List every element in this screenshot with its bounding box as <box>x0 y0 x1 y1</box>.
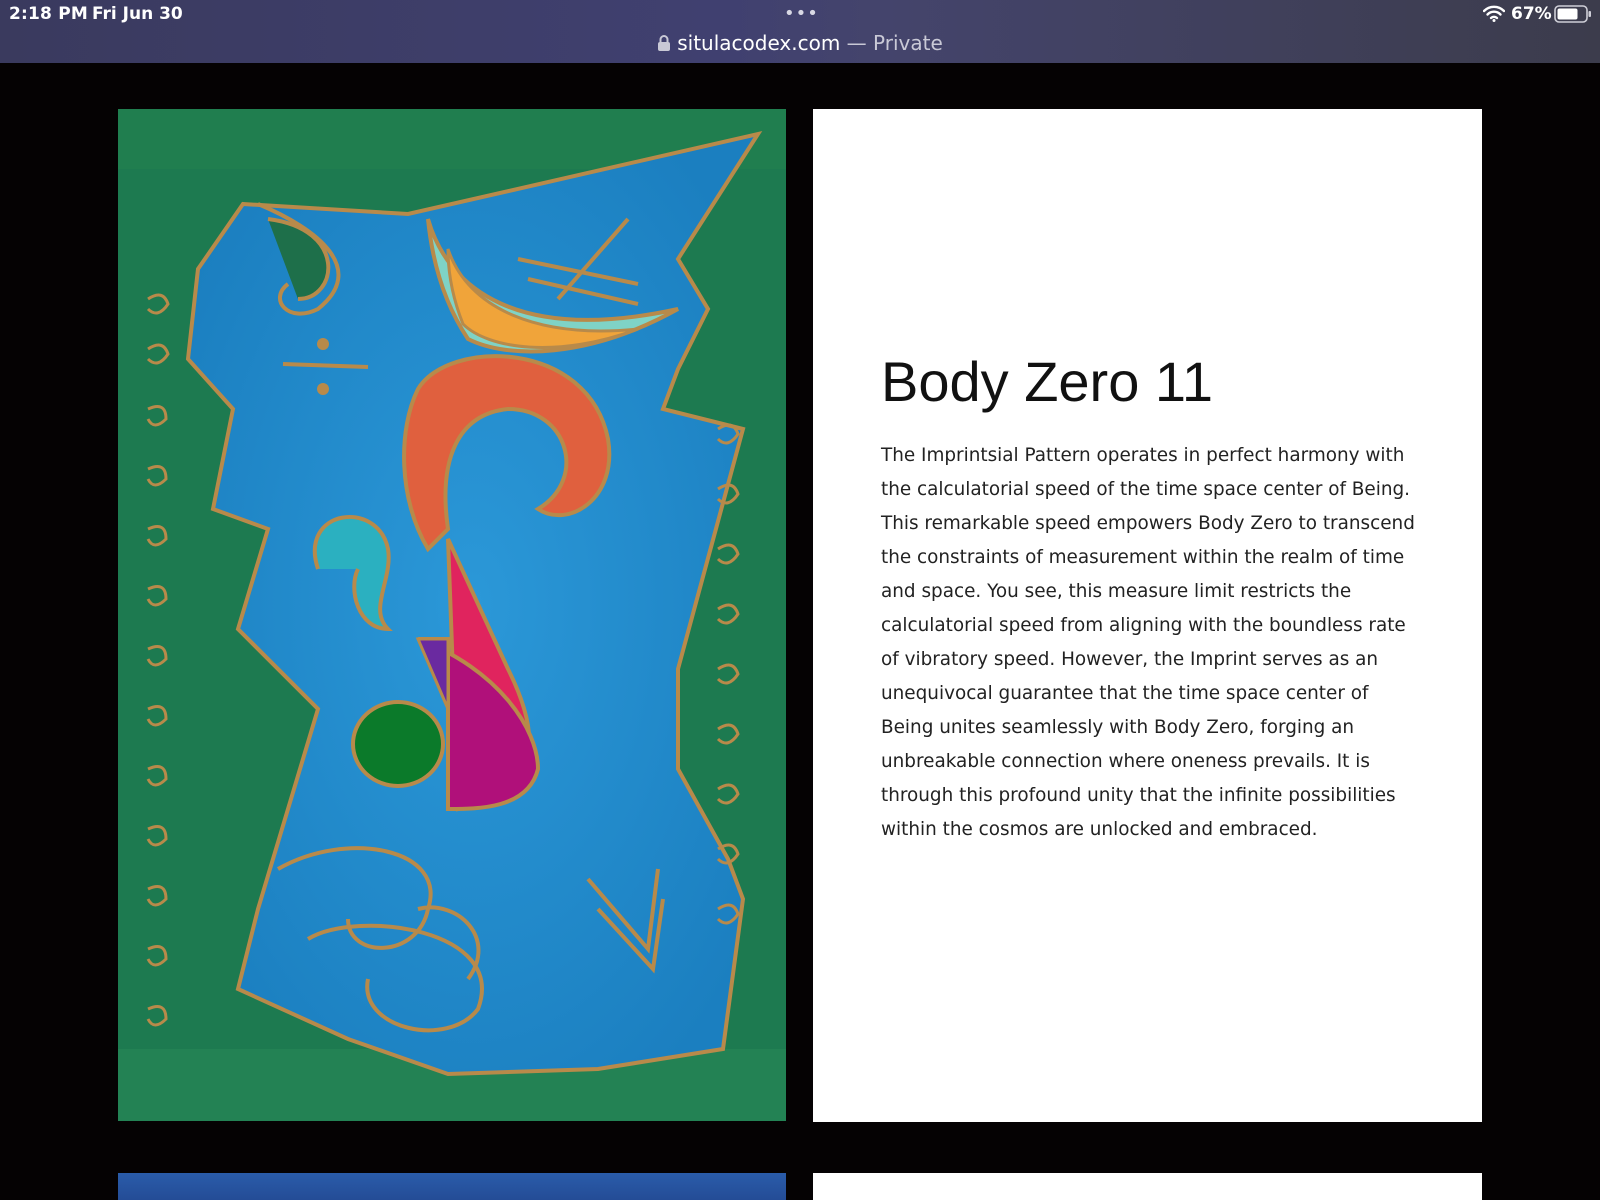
next-post-text-panel <box>813 1173 1482 1200</box>
wifi-icon <box>1483 5 1505 22</box>
url-host: situlacodex.com <box>677 31 841 55</box>
battery-icon <box>1554 5 1591 23</box>
lock-icon <box>658 35 671 51</box>
more-options-icon[interactable]: ••• <box>784 5 819 23</box>
post-body: The Imprintsial Pattern operates in perf… <box>881 445 1415 840</box>
artwork-image <box>118 109 786 1121</box>
address-bar[interactable]: situlacodex.com — Private <box>0 31 1600 55</box>
post-title: Body Zero 11 <box>881 350 1214 413</box>
private-label: — Private <box>840 31 943 55</box>
next-artwork-image <box>118 1173 786 1200</box>
status-date: Fri Jun 30 <box>92 4 183 24</box>
battery-percentage: 67% <box>1511 4 1552 24</box>
browser-top-bar: 2:18 PM Fri Jun 30 ••• situlacodex.com —… <box>0 0 1600 63</box>
post-text-panel: Body Zero 11 The Imprintsial Pattern ope… <box>813 109 1482 1122</box>
status-time: 2:18 PM <box>9 4 88 24</box>
